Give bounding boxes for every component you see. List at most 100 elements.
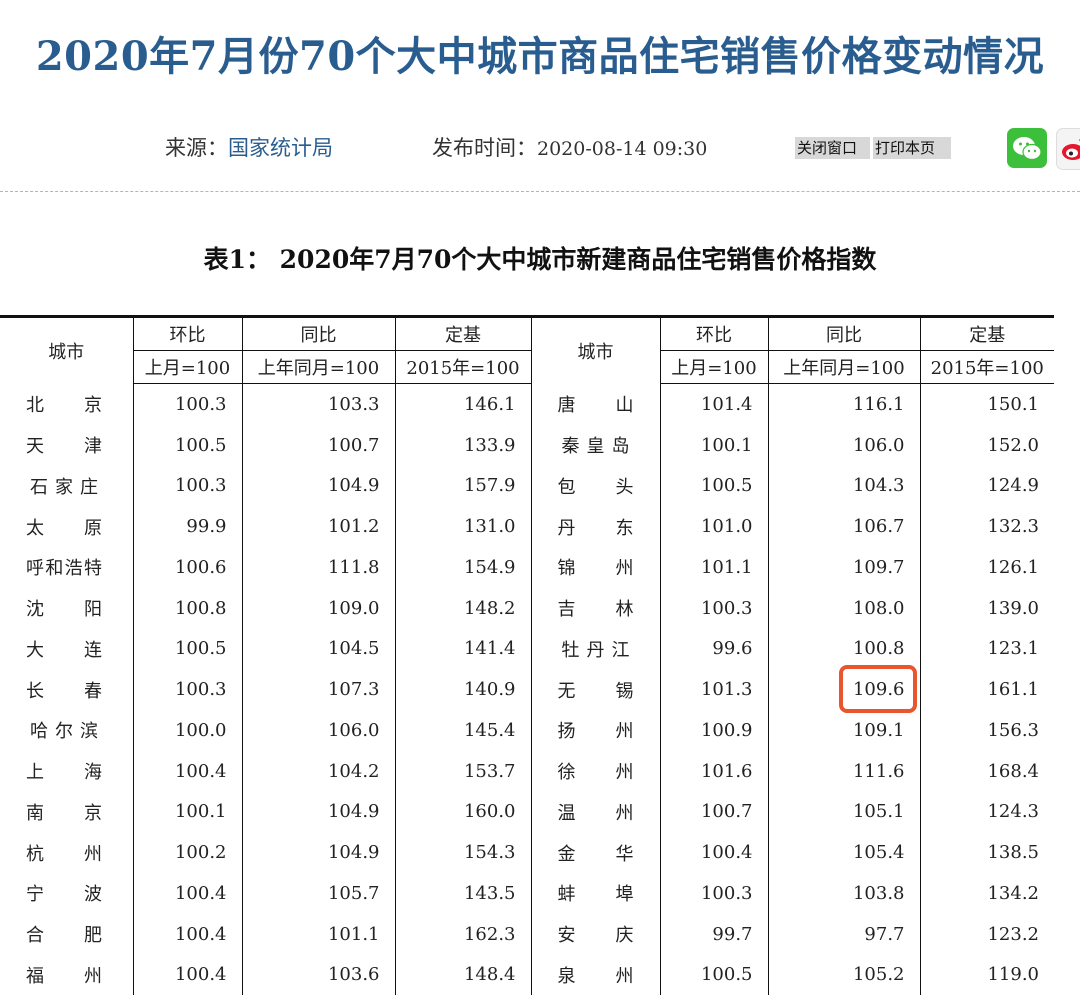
yoy-value: 105.4 [767,832,920,873]
base-value: 152.0 [919,424,1054,466]
city-name: 呼和浩特 [26,558,102,580]
city-cell: 福州 [0,955,133,996]
city-cell: 大连 [0,629,133,670]
base-value: 124.9 [919,465,1054,507]
header-yoy-base: 上年同月=100 [241,350,395,384]
city-name: 哈尔滨 [30,721,98,743]
print-page-button[interactable]: 打印本页 [873,137,951,159]
city-cell: 金华 [530,832,660,873]
header-base-base: 2015年=100 [919,350,1054,384]
city-name: 杭州 [26,843,102,865]
city-name: 秦皇岛 [561,436,630,458]
mom-value: 100.4 [659,832,768,873]
city-cell: 吉林 [530,587,660,629]
base-value: 132.3 [919,506,1054,547]
yoy-value: 106.0 [767,424,920,466]
table-row: 呼和浩特 100.6 111.8 154.9 锦州 101.1 109.7 126.1 [0,547,1054,588]
city-name: 合肥 [26,925,102,947]
header-base-base: 2015年=100 [394,350,531,384]
header-mom-base: 上月=100 [132,350,242,384]
header-base: 定基 [394,315,531,351]
city-cell: 徐州 [530,750,660,792]
city-name: 泉州 [557,965,634,987]
city-name: 吉林 [557,599,634,621]
weibo-icon[interactable] [1056,128,1080,170]
city-name: 金华 [557,843,634,865]
base-value: 134.2 [919,873,1054,914]
city-cell: 杭州 [0,832,133,873]
city-cell: 南京 [0,792,133,833]
base-value: 156.3 [919,710,1054,751]
mom-value: 101.6 [659,750,768,792]
mom-value: 99.6 [659,628,768,670]
header-mom: 环比 [132,315,242,351]
base-value: 150.1 [919,383,1054,425]
yoy-value: 104.9 [241,791,395,833]
yoy-value: 100.8 [767,628,920,670]
table-row: 宁波 100.4 105.7 143.5 蚌埠 100.3 103.8 134.2 [0,873,1054,914]
city-name: 蚌埠 [557,884,634,906]
mom-value: 100.7 [659,791,768,833]
base-value: 143.5 [394,873,531,914]
table-row: 哈尔滨 100.0 106.0 145.4 扬州 100.9 109.1 156.3 [0,710,1054,751]
city-cell: 泉州 [530,954,660,996]
header-yoy: 同比 [767,315,920,351]
base-value: 162.3 [394,913,531,955]
mom-value: 100.0 [132,710,242,751]
source-label: 来源： [165,136,228,160]
city-name: 丹东 [557,517,634,539]
city-cell: 长春 [0,669,133,710]
city-cell: 秦皇岛 [530,424,660,466]
base-value: 154.3 [394,832,531,873]
mom-value: 100.1 [132,791,242,833]
table-row: 福州 100.4 103.6 148.4 泉州 100.5 105.2 119.0 [0,954,1054,996]
city-cell: 天津 [0,425,133,466]
yoy-value: 105.2 [767,954,920,996]
price-index-table: 城市 环比 同比 定基 城市 环比 同比 定基 上月=100 上年同月=100 … [0,315,1054,996]
yoy-value: 104.9 [241,832,395,873]
header-city: 城市 [530,315,660,384]
source-link[interactable]: 国家统计局 [228,136,333,160]
city-cell: 太原 [0,506,133,547]
yoy-value: 104.2 [241,750,395,792]
header-city: 城市 [0,315,133,384]
city-cell: 北京 [0,384,133,425]
yoy-value: 109.0 [241,587,395,629]
close-window-button[interactable]: 关闭窗口 [795,137,870,159]
mom-value: 100.1 [659,424,768,466]
base-value: 148.2 [394,587,531,629]
table-caption: 表1： 2020年7月70个大中城市新建商品住宅销售价格指数 [203,245,877,274]
city-cell: 无锡 [530,669,660,710]
mom-value: 100.5 [659,954,768,996]
yoy-value: 104.5 [241,628,395,670]
city-name: 上海 [26,762,102,784]
city-cell: 牡丹江 [530,628,660,670]
yoy-value: 109.7 [767,547,920,588]
table-row: 杭州 100.2 104.9 154.3 金华 100.4 105.4 138.5 [0,832,1054,873]
base-value: 154.9 [394,547,531,588]
mom-value: 100.6 [132,547,242,588]
yoy-value: 116.1 [767,383,920,425]
yoy-value: 105.1 [767,791,920,833]
table-row: 长春 100.3 107.3 140.9 无锡 101.3 109.6 161.1 [0,665,1054,714]
city-cell: 沈阳 [0,588,133,629]
city-name: 唐山 [557,395,634,417]
mom-value: 99.7 [659,913,768,955]
source-info: 来源：国家统计局 [165,132,333,162]
city-cell: 包头 [530,465,660,507]
header-mom: 环比 [659,315,768,351]
base-value: 138.5 [919,832,1054,873]
yoy-value: 111.6 [767,750,920,792]
yoy-value: 108.0 [767,587,920,629]
base-value: 153.7 [394,750,531,792]
city-name: 天津 [26,436,102,458]
base-value: 133.9 [394,424,531,466]
yoy-value: 106.0 [241,710,395,751]
base-value: 161.1 [919,669,1054,710]
base-value: 119.0 [919,954,1054,996]
wechat-icon[interactable] [1007,128,1047,168]
yoy-value: 101.1 [241,913,395,955]
mom-value: 100.3 [132,669,242,710]
mom-value: 101.4 [659,383,768,425]
yoy-value: 100.7 [241,424,395,466]
